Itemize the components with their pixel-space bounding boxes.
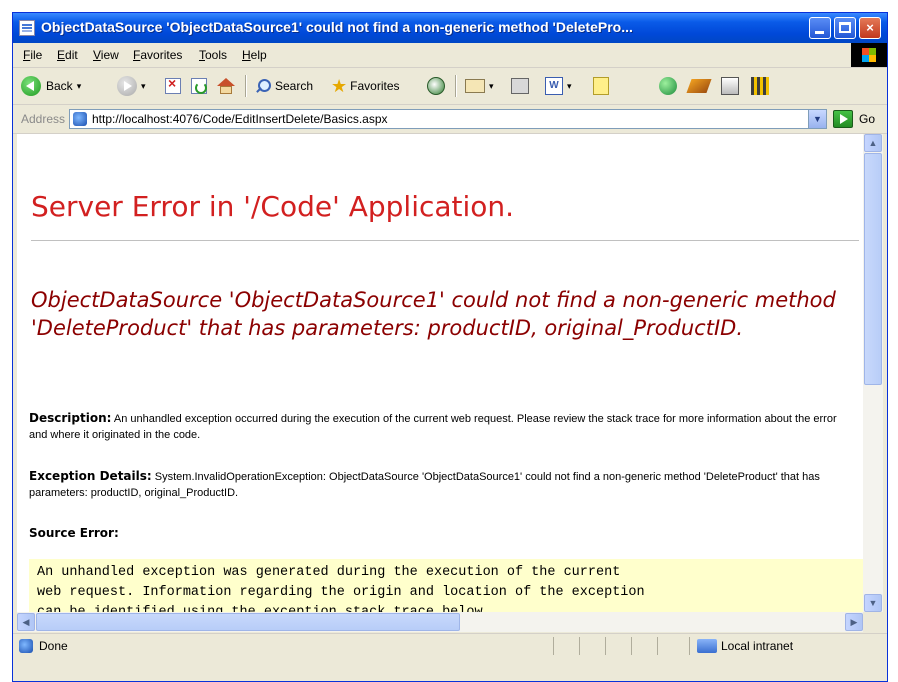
note-icon	[593, 77, 609, 95]
mail-icon	[465, 79, 485, 93]
edit-dropdown-icon[interactable]: ▾	[567, 81, 572, 92]
home-button[interactable]	[217, 75, 235, 97]
toolbar-separator	[455, 75, 457, 97]
menu-edit[interactable]: Edit	[57, 48, 78, 62]
edit-word-button[interactable]: W ▾	[545, 75, 572, 97]
description-label: Description:	[29, 411, 112, 425]
browser-window: ObjectDataSource 'ObjectDataSource1' cou…	[12, 12, 888, 682]
discuss-button[interactable]	[593, 75, 609, 97]
maximize-button[interactable]	[834, 17, 856, 39]
maximize-icon	[839, 22, 851, 33]
status-pane-divider	[605, 637, 606, 655]
status-bar: Done Local intranet	[13, 633, 887, 658]
messenger-button[interactable]	[659, 75, 677, 97]
back-arrow-icon	[21, 76, 41, 96]
status-pane-divider	[631, 637, 632, 655]
ie-page-status-icon	[19, 639, 33, 653]
scroll-right-button[interactable]: ▶	[845, 613, 863, 631]
address-input[interactable]: http://localhost:4076/Code/EditInsertDel…	[69, 109, 827, 129]
extension-icon	[751, 77, 769, 95]
back-button[interactable]: Back ▾	[21, 75, 81, 97]
favorites-star-icon: ★	[331, 76, 348, 96]
search-icon	[255, 78, 271, 94]
globe-icon	[659, 77, 677, 95]
favorites-label: Favorites	[350, 79, 400, 93]
address-bar: Address http://localhost:4076/Code/EditI…	[13, 105, 887, 134]
status-text: Done	[39, 639, 68, 653]
scrollbar-corner	[863, 612, 883, 632]
go-arrow-icon[interactable]	[833, 110, 853, 128]
security-zone-text: Local intranet	[721, 639, 794, 653]
exception-label: Exception Details:	[29, 469, 152, 483]
address-dropdown-icon[interactable]: ▼	[808, 110, 826, 128]
status-pane-divider	[579, 637, 580, 655]
stop-button[interactable]	[165, 75, 181, 97]
mail-button[interactable]: ▾	[465, 75, 494, 97]
menu-favorites[interactable]: Favorites	[133, 48, 182, 62]
toolbar-separator	[245, 75, 247, 97]
back-dropdown-icon[interactable]: ▾	[77, 81, 82, 92]
scroll-up-button[interactable]: ▲	[864, 134, 882, 152]
description-paragraph: Description: An unhandled exception occu…	[29, 410, 855, 443]
error-message: ObjectDataSource 'ObjectDataSource1' cou…	[31, 288, 836, 340]
menu-bar: File Edit View Favorites Tools Help	[13, 43, 887, 68]
stop-icon	[165, 75, 181, 94]
vertical-scroll-thumb[interactable]	[864, 153, 882, 385]
page-title: Server Error in '/Code' Application.	[31, 190, 515, 223]
menu-file[interactable]: File	[23, 48, 42, 62]
page-icon	[73, 112, 87, 126]
menu-tools[interactable]: Tools	[199, 48, 227, 62]
home-icon	[217, 78, 235, 94]
mail-dropdown-icon[interactable]: ▾	[489, 81, 494, 92]
vertical-scrollbar[interactable]: ▲ ▼	[863, 134, 883, 631]
research-icon	[686, 79, 712, 93]
status-pane-divider	[689, 637, 690, 655]
related-button[interactable]	[721, 75, 739, 97]
description-text: An unhandled exception occurred during t…	[29, 413, 837, 441]
scroll-left-button[interactable]: ◀	[17, 613, 35, 631]
forward-button[interactable]: ▾	[117, 75, 146, 97]
refresh-button[interactable]	[191, 75, 207, 97]
back-label: Back	[46, 79, 73, 93]
address-url[interactable]: http://localhost:4076/Code/EditInsertDel…	[92, 112, 388, 126]
word-edit-icon: W	[545, 77, 563, 95]
favorites-button[interactable]: ★ Favorites	[331, 75, 400, 97]
title-bar: ObjectDataSource 'ObjectDataSource1' cou…	[13, 13, 887, 43]
refresh-icon	[191, 78, 207, 94]
close-button[interactable]: ×	[859, 17, 881, 39]
menu-help[interactable]: Help	[242, 48, 267, 62]
extension-button[interactable]	[751, 75, 769, 97]
print-icon	[511, 78, 529, 94]
intranet-zone-icon	[697, 639, 717, 653]
print-button[interactable]	[511, 75, 529, 97]
address-label: Address	[21, 112, 66, 126]
research-button[interactable]	[686, 75, 712, 97]
forward-dropdown-icon[interactable]: ▾	[141, 81, 146, 92]
search-label: Search	[275, 79, 314, 93]
minimize-icon	[815, 31, 824, 34]
go-button[interactable]: Go	[859, 112, 875, 126]
divider	[31, 240, 859, 241]
horizontal-scrollbar[interactable]: ◀ ▶	[17, 612, 863, 632]
exception-paragraph: Exception Details: System.InvalidOperati…	[29, 468, 855, 501]
related-icon	[721, 77, 739, 95]
menu-view[interactable]: View	[93, 48, 119, 62]
window-title: ObjectDataSource 'ObjectDataSource1' cou…	[41, 19, 633, 35]
search-button[interactable]: Search	[255, 75, 313, 97]
status-pane-divider	[553, 637, 554, 655]
forward-arrow-icon	[117, 76, 137, 96]
scroll-down-button[interactable]: ▼	[864, 594, 882, 612]
page-content: Server Error in '/Code' Application. Obj…	[17, 134, 863, 631]
toolbar: Back ▾ ▾ Search ★ Favorites ▾ W ▾	[13, 68, 887, 105]
horizontal-scroll-thumb[interactable]	[36, 613, 460, 631]
media-button[interactable]	[427, 75, 445, 97]
minimize-button[interactable]	[809, 17, 831, 39]
windows-logo-icon	[851, 43, 887, 67]
status-pane-divider	[657, 637, 658, 655]
media-icon	[427, 77, 445, 95]
source-error-label: Source Error:	[29, 526, 119, 540]
page-document-icon	[19, 20, 35, 36]
